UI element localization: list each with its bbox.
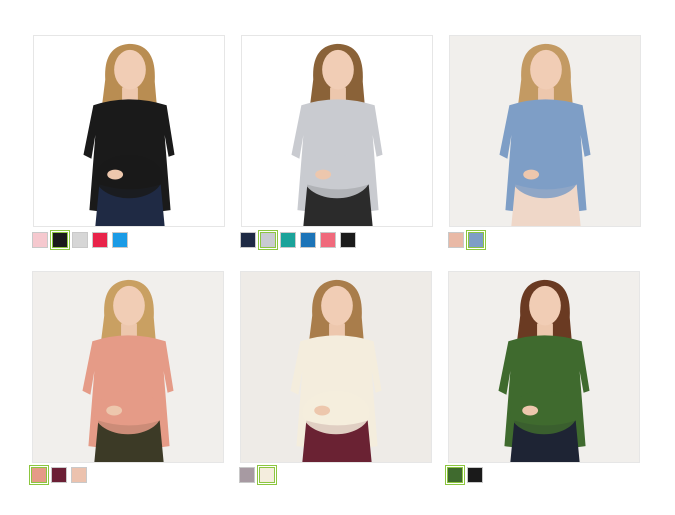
color-swatches — [448, 230, 486, 250]
color-swatch[interactable] — [32, 232, 48, 248]
color-swatch[interactable] — [280, 232, 296, 248]
color-swatch[interactable] — [340, 232, 356, 248]
product-image[interactable] — [33, 35, 225, 227]
color-swatch[interactable] — [71, 467, 87, 483]
product-image[interactable] — [448, 271, 640, 463]
color-swatch[interactable] — [92, 232, 108, 248]
color-swatch[interactable] — [51, 467, 67, 483]
color-swatch[interactable] — [467, 467, 483, 483]
model-illustration — [450, 36, 640, 226]
product-image[interactable] — [240, 271, 432, 463]
model-illustration — [449, 272, 639, 462]
color-swatches — [445, 465, 483, 485]
color-swatch[interactable] — [257, 465, 277, 485]
color-swatches — [240, 230, 356, 250]
color-swatch[interactable] — [320, 232, 336, 248]
color-swatches — [239, 465, 277, 485]
model-illustration — [242, 36, 432, 226]
color-swatch[interactable] — [112, 232, 128, 248]
color-swatch[interactable] — [300, 232, 316, 248]
color-swatch[interactable] — [258, 230, 278, 250]
model-illustration — [34, 36, 224, 226]
color-swatch[interactable] — [240, 232, 256, 248]
product-image[interactable] — [241, 35, 433, 227]
color-swatch[interactable] — [50, 230, 70, 250]
product-image[interactable] — [32, 271, 224, 463]
product-image[interactable] — [449, 35, 641, 227]
color-swatch[interactable] — [72, 232, 88, 248]
color-swatch[interactable] — [466, 230, 486, 250]
model-illustration — [33, 272, 223, 462]
color-swatch[interactable] — [445, 465, 465, 485]
model-illustration — [241, 272, 431, 462]
color-swatches — [32, 230, 128, 250]
color-swatch[interactable] — [239, 467, 255, 483]
color-swatch[interactable] — [448, 232, 464, 248]
color-swatches — [29, 465, 87, 485]
color-swatch[interactable] — [29, 465, 49, 485]
